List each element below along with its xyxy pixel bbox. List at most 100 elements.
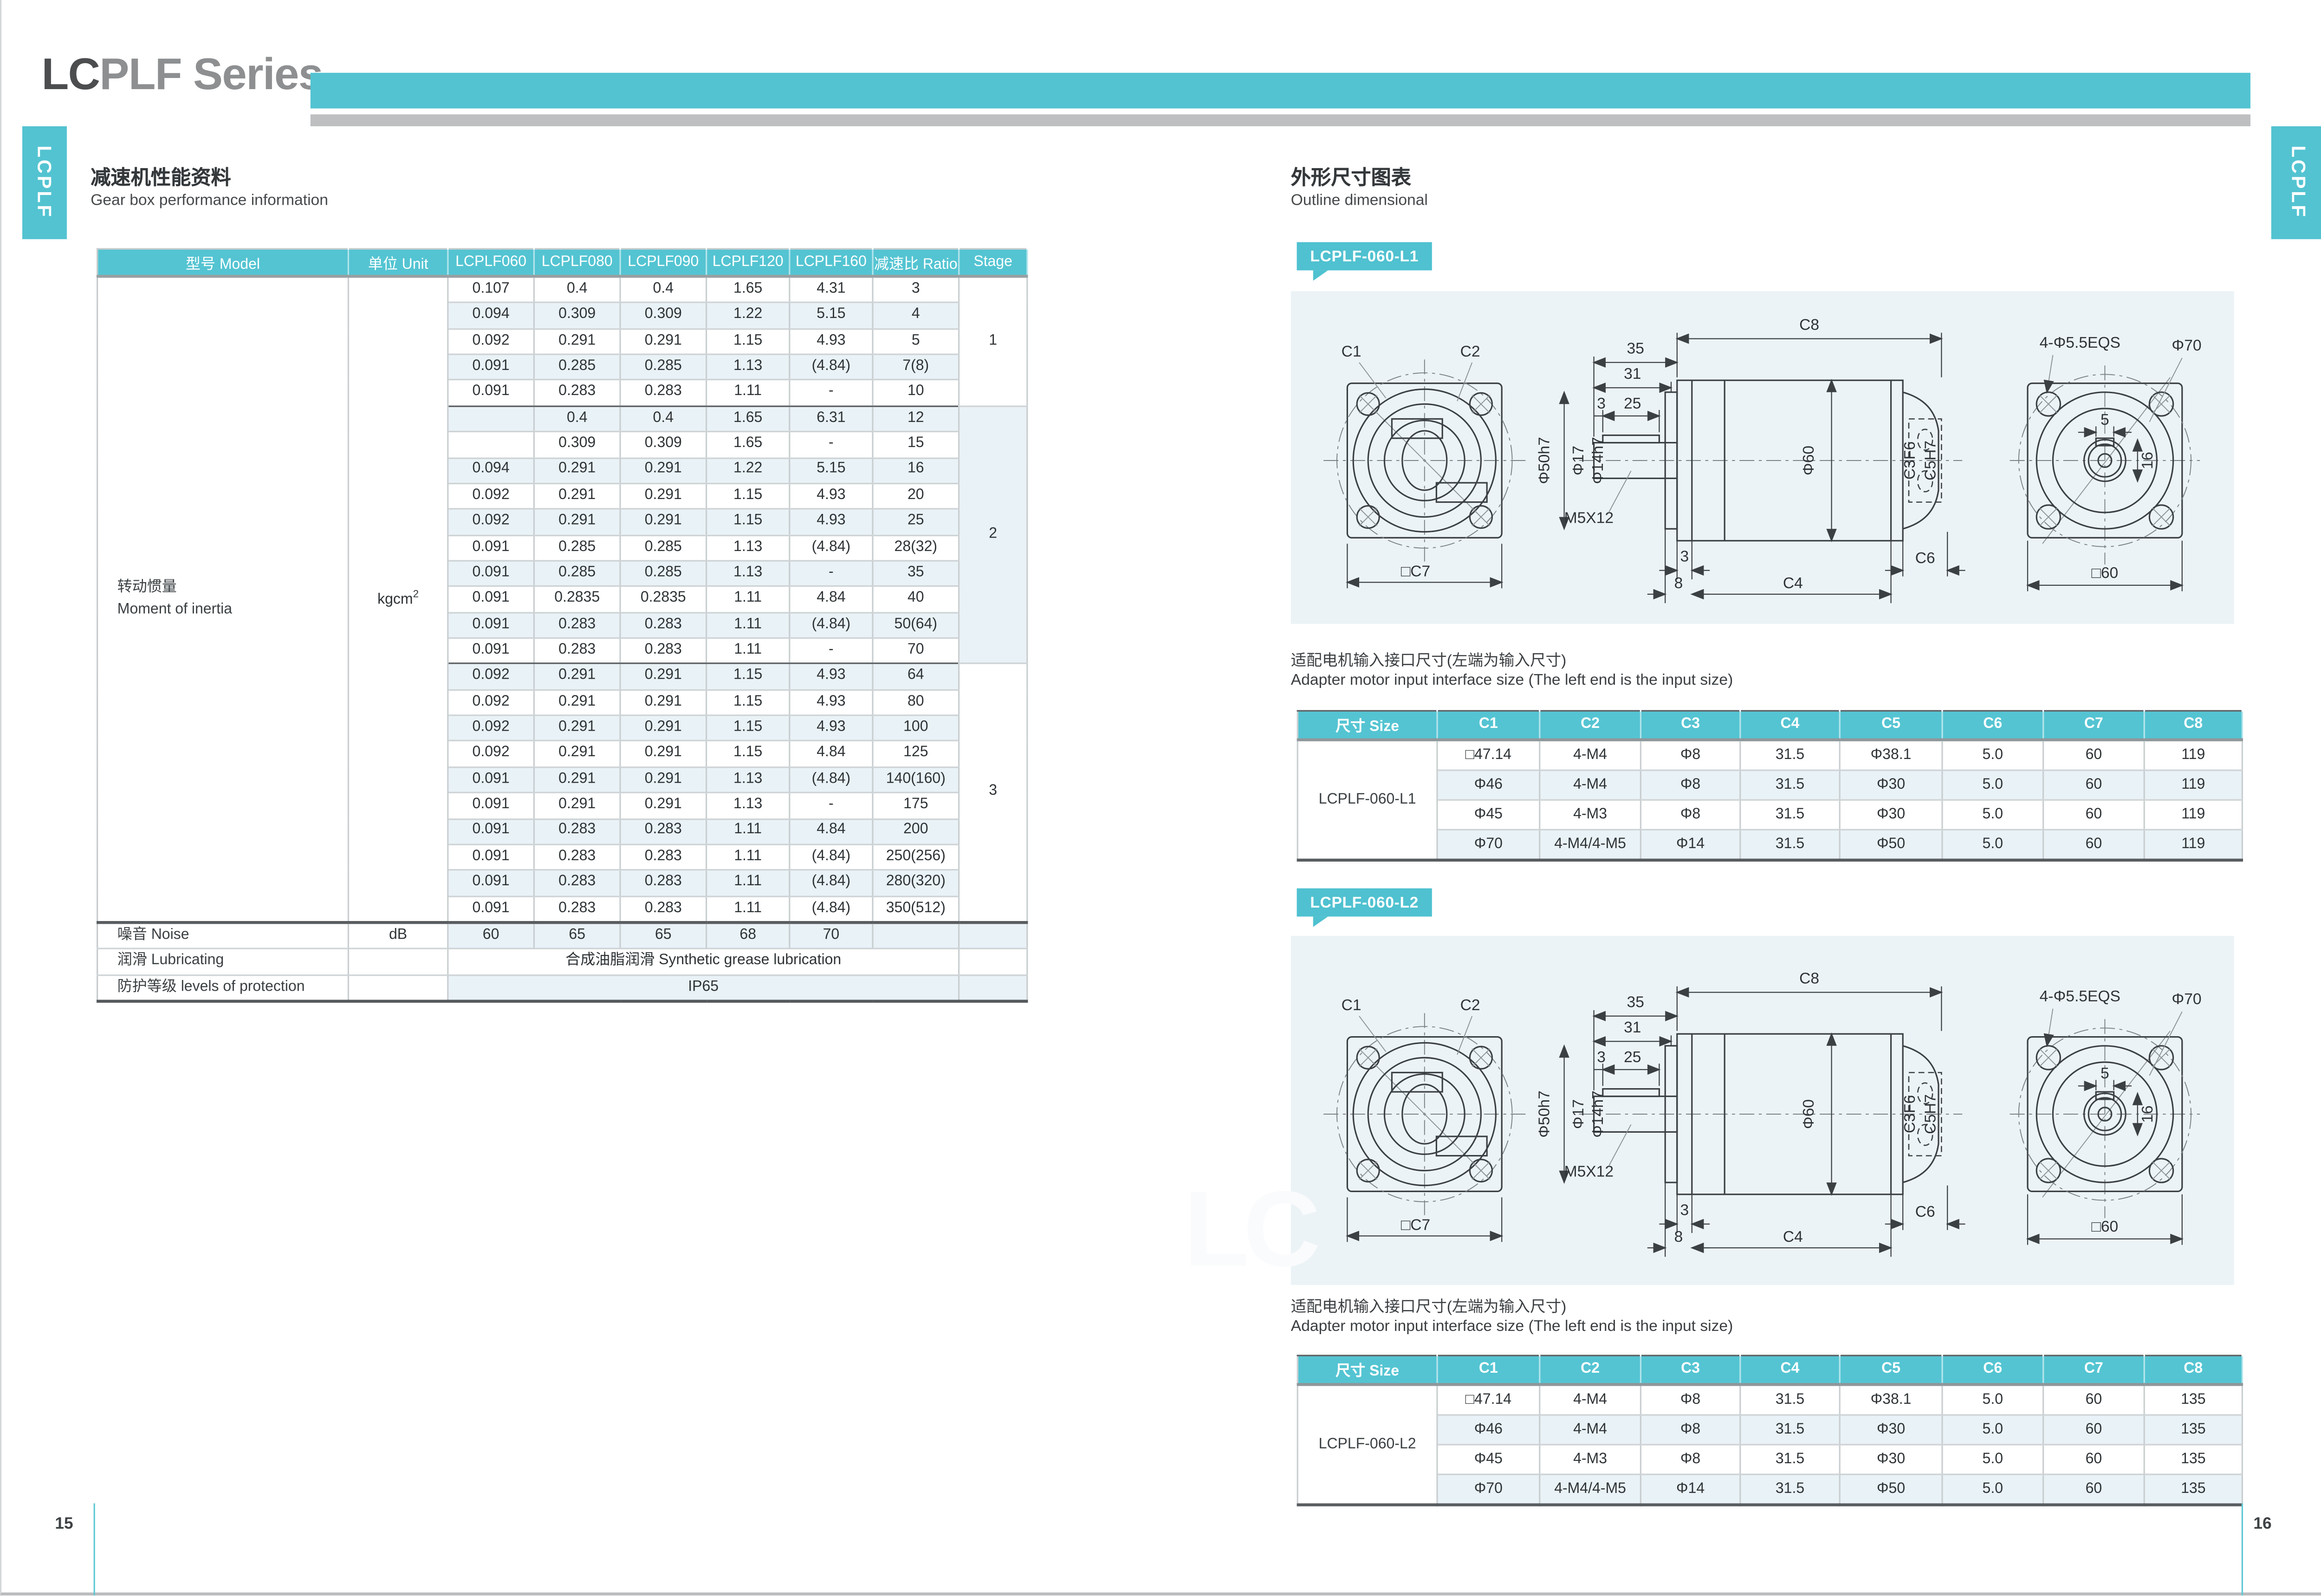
lubricating-row: 润滑 Lubricating合成油脂润滑 Synthetic grease lu…: [97, 949, 1027, 975]
catalog-page: LCPLF Series LCPLF LCPLF 减速机性能资料 Gear bo…: [0, 0, 2321, 1596]
dim-c2: C2: [1459, 343, 1479, 360]
table-cell: 1.22: [707, 458, 790, 484]
table-cell: 28(32): [873, 535, 959, 561]
page-number-right: 16: [2253, 1515, 2271, 1533]
column-header: C2: [1540, 711, 1641, 739]
dim-3: 3: [1596, 395, 1605, 412]
table-cell: 0.283: [620, 844, 707, 870]
table-cell: 1.13: [707, 561, 790, 587]
table-cell: Φ8: [1640, 770, 1740, 799]
table-cell: 0.291: [620, 483, 707, 509]
column-header: LCPLF080: [534, 249, 620, 276]
table-cell: 0.291: [534, 690, 620, 716]
page-number-left: 15: [55, 1515, 73, 1533]
table-cell: (4.84): [790, 844, 873, 870]
dim-phi70: Φ70: [2171, 337, 2201, 354]
table-cell: 1.13: [707, 535, 790, 561]
table-cell: 1.11: [707, 896, 790, 922]
column-header: Stage: [959, 249, 1027, 276]
table-row: 转动惯量Moment of inertiakgcm20.1070.40.41.6…: [97, 276, 1027, 303]
table-cell: 4-M4/4-M5: [1540, 829, 1641, 860]
table-cell: 6.31: [790, 406, 873, 432]
table-cell: Φ30: [1840, 1414, 1942, 1444]
table-cell: -: [790, 561, 873, 587]
table-cell: Φ45: [1437, 1444, 1540, 1473]
dim-c5h7: C5H7: [1921, 441, 1938, 480]
table-cell: 0.291: [620, 767, 707, 793]
table-cell: 0.283: [620, 612, 707, 638]
column-header: C3: [1640, 1356, 1740, 1384]
table-cell: 0.092: [448, 509, 534, 535]
column-header: LCPLF160: [790, 249, 873, 276]
column-header: C4: [1740, 711, 1840, 739]
table-cell: 0.094: [448, 458, 534, 484]
outline-drawing-panel-l1: C1 C2 □C7: [1291, 291, 2234, 624]
table-cell: [959, 949, 1027, 975]
column-header: C8: [2144, 1356, 2242, 1384]
table-cell: Φ70: [1437, 1473, 1540, 1504]
dim-c7: □C7: [1400, 563, 1429, 580]
table-cell: 5.0: [1942, 799, 2043, 829]
dim-5: 5: [2100, 411, 2108, 428]
table-cell: 4.93: [790, 509, 873, 535]
gearbox-drawing-l1: C1 C2 □C7: [1302, 294, 2223, 621]
table-cell: 0.283: [534, 612, 620, 638]
column-header: C6: [1942, 1356, 2043, 1384]
table-cell: 0.091: [448, 354, 534, 380]
dim-c3f6: C3F6: [1900, 441, 1918, 480]
table-cell: 31.5: [1740, 739, 1840, 770]
table-cell: 0.283: [534, 380, 620, 406]
table-cell: 25: [873, 509, 959, 535]
table-cell: 0.285: [534, 354, 620, 380]
table-cell: 4.93: [790, 664, 873, 690]
table-cell: 4.93: [790, 690, 873, 716]
table-cell: 0.291: [534, 715, 620, 741]
table-cell: 0.283: [534, 896, 620, 922]
dim-c8: C8: [1799, 316, 1819, 333]
column-header: LCPLF090: [620, 249, 707, 276]
table-cell: Φ50: [1840, 1473, 1942, 1504]
table-cell: -: [790, 380, 873, 406]
table-cell: Φ45: [1437, 799, 1540, 829]
table-cell: [873, 922, 959, 949]
table-cell: 35: [873, 561, 959, 587]
table-cell: 4-M4: [1540, 1414, 1641, 1444]
table-cell: 7(8): [873, 354, 959, 380]
table-cell: [448, 406, 534, 432]
table-cell: 1.65: [707, 406, 790, 432]
table-cell: 135: [2144, 1473, 2242, 1504]
outline-drawing-panel-l2: [1291, 936, 2234, 1285]
table-cell: Φ8: [1640, 1444, 1740, 1473]
table-cell: 5: [873, 329, 959, 355]
table-cell: 0.291: [620, 690, 707, 716]
gearbox-drawing-l2: [1302, 947, 2223, 1274]
table-cell: 0.283: [534, 844, 620, 870]
table-cell: (4.84): [790, 612, 873, 638]
table-cell: 1.65: [707, 432, 790, 458]
table-cell: 280(320): [873, 870, 959, 896]
table-cell: 20: [873, 483, 959, 509]
table-cell: 350(512): [873, 896, 959, 922]
table-cell: 4-M4: [1540, 770, 1641, 799]
table-cell: 1.15: [707, 715, 790, 741]
table-cell: 31.5: [1740, 829, 1840, 860]
table-cell: 200: [873, 818, 959, 844]
dim-phi14h7: Φ14h7: [1588, 437, 1606, 484]
table-cell: 0.091: [448, 612, 534, 638]
table-cell: 60: [2043, 1444, 2145, 1473]
table-cell: Φ14: [1640, 1473, 1740, 1504]
table-cell: 60: [2043, 1414, 2145, 1444]
background-watermark: LC: [1184, 1176, 1315, 1283]
table-cell: 0.2835: [534, 586, 620, 612]
table-cell: 5.15: [790, 303, 873, 329]
dim-4-phi5.5eqs: 4-Φ5.5EQS: [2039, 334, 2120, 351]
table-cell: 5.0: [1942, 770, 2043, 799]
table-cell: (4.84): [790, 896, 873, 922]
table-cell: 0.091: [448, 896, 534, 922]
dim-25: 25: [1623, 395, 1640, 412]
stage-cell: 2: [959, 406, 1027, 664]
table-cell: Φ38.1: [1840, 1384, 1942, 1414]
table-cell: 31.5: [1740, 1444, 1840, 1473]
table-cell: Φ14: [1640, 829, 1740, 860]
table-cell: 0.285: [534, 535, 620, 561]
